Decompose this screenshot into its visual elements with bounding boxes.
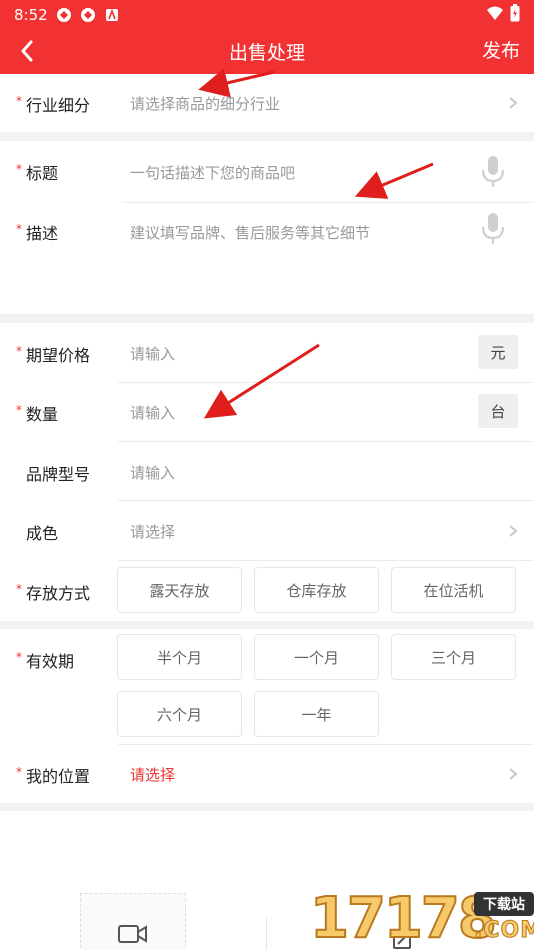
validity-location-section: * 有效期 半个月 一个月 三个月 六个月 一年 * 我的位置 请选择 [0, 629, 534, 803]
brand-model-label: 品牌型号 [26, 465, 91, 484]
microphone-icon[interactable] [480, 212, 506, 246]
status-time: 8:52 [14, 6, 48, 24]
storage-option-in-place[interactable]: 在位活机 [391, 567, 516, 613]
quantity-input[interactable]: 请输入 [130, 402, 175, 423]
required-mark: * [16, 765, 22, 779]
storage-label: 存放方式 [26, 584, 91, 603]
validity-option-one-year[interactable]: 一年 [254, 691, 379, 737]
description-label: 描述 [26, 224, 59, 243]
title-input[interactable]: 一句话描述下您的商品吧 [130, 162, 295, 183]
validity-label: 有效期 [26, 652, 75, 671]
app-notification-icon [56, 7, 72, 23]
wifi-icon [486, 5, 504, 25]
details-section: * 期望价格 请输入 元 * 数量 请输入 台 品牌型号 请输入 成色 请选择 … [0, 323, 534, 621]
quantity-row: * 数量 请输入 台 [0, 383, 534, 442]
microphone-icon[interactable] [480, 155, 506, 189]
media-divider [266, 918, 267, 950]
validity-option-six-months[interactable]: 六个月 [117, 691, 242, 737]
storage-option-warehouse[interactable]: 仓库存放 [254, 567, 379, 613]
condition-placeholder: 请选择 [130, 523, 176, 541]
required-mark: * [16, 403, 22, 417]
watermark-number: 17178 [309, 886, 498, 950]
title-bar: 出售处理 发布 [0, 30, 534, 72]
quantity-label: 数量 [26, 405, 59, 424]
title-description-section: * 标题 一句话描述下您的商品吧 * 描述 建议填写品牌、售后服务等其它细节 [0, 141, 534, 314]
watermark-logo: 17178 下载站 .COM [306, 886, 534, 950]
industry-row[interactable]: * 行业细分 请选择商品的细分行业 [0, 74, 534, 132]
required-mark: * [16, 94, 22, 108]
description-row: * 描述 建议填写品牌、售后服务等其它细节 [0, 203, 534, 263]
required-mark: * [16, 344, 22, 358]
app-notification-icon [80, 7, 96, 23]
brand-model-input[interactable]: 请输入 [130, 462, 175, 483]
app-header: 8:52 出售处理 发布 [0, 0, 534, 74]
condition-row[interactable]: 成色 请选择 [0, 501, 534, 560]
price-row: * 期望价格 请输入 元 [0, 323, 534, 382]
title-row: * 标题 一句话描述下您的商品吧 [0, 141, 534, 201]
page-title: 出售处理 [228, 41, 305, 64]
watermark-badge: 下载站 [474, 892, 534, 916]
brand-model-row: 品牌型号 请输入 [0, 442, 534, 501]
watermark-domain: .COM [473, 918, 534, 944]
location-label: 我的位置 [26, 767, 91, 786]
industry-placeholder: 请选择商品的细分行业 [130, 95, 281, 113]
required-mark: * [16, 582, 22, 596]
battery-icon [510, 4, 520, 26]
chevron-left-icon [21, 40, 33, 62]
condition-label: 成色 [26, 524, 59, 543]
industry-section: * 行业细分 请选择商品的细分行业 [0, 74, 534, 132]
storage-row: * 存放方式 露天存放 仓库存放 在位活机 [0, 561, 534, 621]
video-camera-icon [118, 925, 147, 943]
validity-option-one-month[interactable]: 一个月 [254, 634, 379, 680]
status-indicators [486, 4, 520, 26]
industry-label: 行业细分 [26, 96, 91, 115]
description-input[interactable]: 建议填写品牌、售后服务等其它细节 [130, 222, 370, 243]
required-mark: * [16, 162, 22, 176]
chevron-right-icon [509, 97, 518, 109]
chevron-right-icon [509, 525, 518, 537]
validity-option-three-months[interactable]: 三个月 [391, 634, 516, 680]
location-select[interactable]: 请选择 [130, 764, 175, 785]
status-bar: 8:52 [14, 4, 120, 26]
chevron-right-icon [509, 768, 518, 780]
app-notification-icon [104, 7, 120, 23]
required-mark: * [16, 650, 22, 664]
storage-option-open-air[interactable]: 露天存放 [117, 567, 242, 613]
publish-button[interactable]: 发布 [482, 36, 520, 63]
price-label: 期望价格 [26, 346, 91, 365]
title-label: 标题 [26, 164, 59, 183]
price-unit: 元 [478, 335, 518, 369]
back-button[interactable] [10, 34, 44, 68]
required-mark: * [16, 222, 22, 236]
quantity-unit: 台 [478, 394, 518, 428]
location-row[interactable]: * 我的位置 请选择 [0, 745, 534, 803]
validity-option-half-month[interactable]: 半个月 [117, 634, 242, 680]
price-input[interactable]: 请输入 [130, 343, 175, 364]
